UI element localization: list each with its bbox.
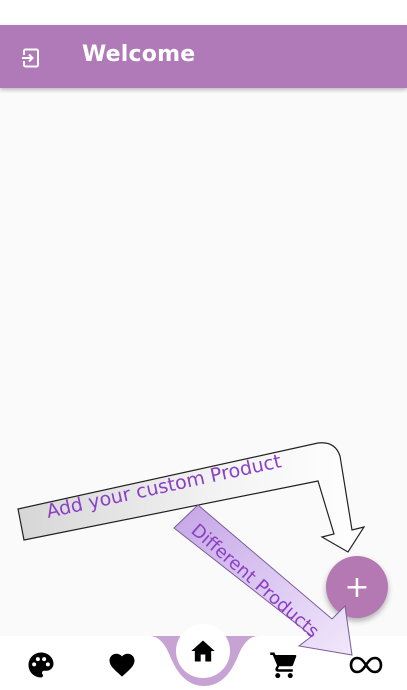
main-content (0, 88, 407, 636)
infinity-icon (349, 656, 383, 674)
nav-item-palette[interactable] (23, 648, 59, 682)
nav-item-cart[interactable] (266, 648, 302, 682)
nav-item-more[interactable] (348, 648, 384, 682)
page-title: Welcome (82, 42, 196, 67)
cart-icon (270, 652, 297, 679)
add-product-fab[interactable]: + (326, 556, 388, 618)
app-bar: Welcome (0, 25, 407, 88)
heart-icon (109, 653, 135, 677)
home-icon (191, 640, 215, 662)
plus-icon: + (344, 569, 370, 605)
nav-item-home[interactable] (176, 624, 230, 678)
logout-icon (21, 48, 39, 68)
logout-button[interactable] (16, 43, 46, 73)
nav-item-favorites[interactable] (104, 648, 140, 682)
status-bar (0, 0, 407, 25)
palette-icon (28, 652, 54, 678)
